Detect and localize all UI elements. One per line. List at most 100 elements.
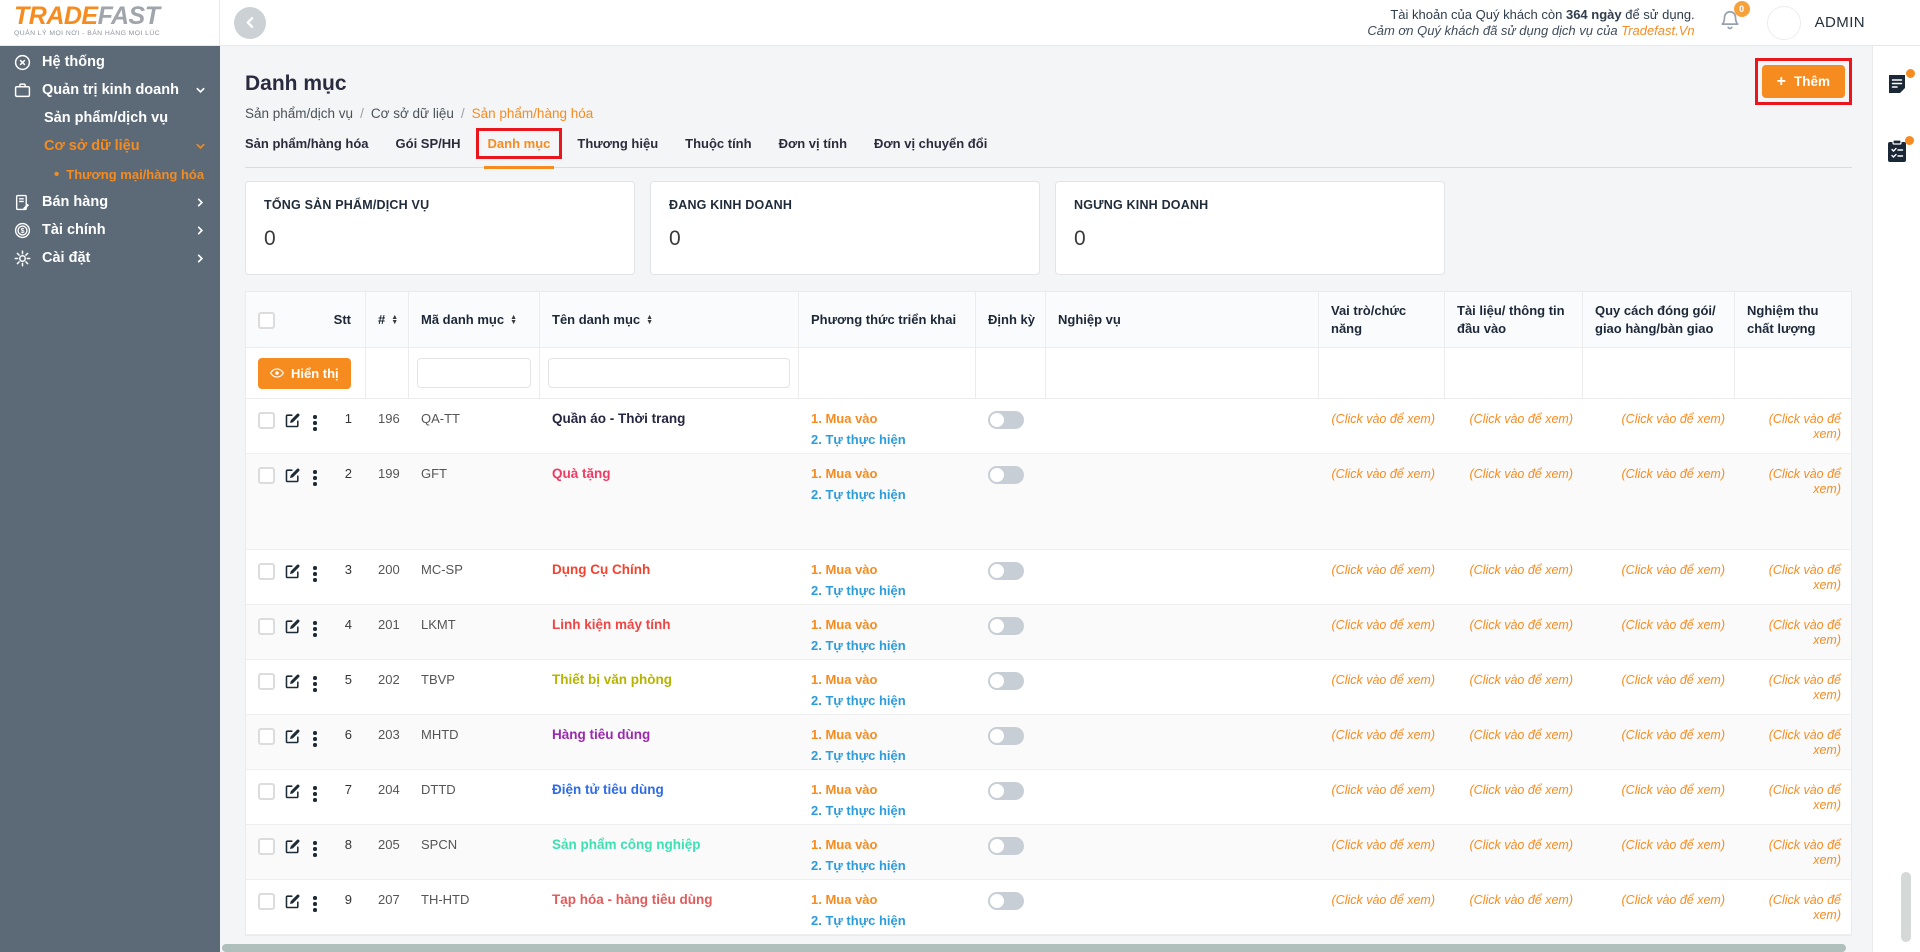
click-to-view[interactable]: (Click vào để xem)	[1332, 893, 1436, 907]
header-id[interactable]: #▲▼	[366, 292, 409, 347]
click-to-view[interactable]: (Click vào để xem)	[1332, 838, 1436, 852]
more-options-icon[interactable]	[310, 413, 320, 433]
row-checkbox[interactable]	[258, 563, 275, 580]
tab-danh-muc[interactable]: Danh mục	[488, 136, 551, 167]
click-to-view[interactable]: (Click vào để xem)	[1470, 783, 1574, 797]
category-name[interactable]: Thiết bị văn phòng	[552, 672, 672, 687]
click-to-view[interactable]: (Click vào để xem)	[1332, 783, 1436, 797]
header-ten-danh-muc[interactable]: Tên danh mục▲▼	[540, 292, 799, 347]
click-to-view[interactable]: (Click vào để xem)	[1769, 412, 1841, 441]
checklist-panel-button[interactable]	[1886, 139, 1908, 168]
category-name[interactable]: Hàng tiêu dùng	[552, 727, 650, 742]
click-to-view[interactable]: (Click vào để xem)	[1769, 728, 1841, 757]
sidebar-item-san-pham-dich-vu[interactable]: Sản phẩm/dịch vụ	[0, 104, 220, 132]
category-name[interactable]: Linh kiện máy tính	[552, 617, 671, 632]
edit-icon[interactable]	[284, 838, 301, 855]
click-to-view[interactable]: (Click vào để xem)	[1470, 563, 1574, 577]
breadcrumb-item[interactable]: Sản phẩm/dịch vụ	[245, 106, 353, 121]
tab-don-vi-chuyen-doi[interactable]: Đơn vị chuyển đổi	[874, 136, 987, 167]
click-to-view[interactable]: (Click vào để xem)	[1470, 673, 1574, 687]
category-name[interactable]: Quần áo - Thời trang	[552, 411, 685, 426]
breadcrumb-item[interactable]: Cơ sở dữ liệu	[371, 106, 454, 121]
row-checkbox[interactable]	[258, 893, 275, 910]
sidebar-item-quan-tri-kinh-doanh[interactable]: Quản trị kinh doanh	[0, 76, 220, 104]
click-to-view[interactable]: (Click vào để xem)	[1769, 673, 1841, 702]
row-checkbox[interactable]	[258, 673, 275, 690]
click-to-view[interactable]: (Click vào để xem)	[1769, 467, 1841, 496]
horizontal-scrollbar[interactable]	[222, 944, 1846, 952]
row-checkbox[interactable]	[258, 467, 275, 484]
click-to-view[interactable]: (Click vào để xem)	[1622, 783, 1726, 797]
click-to-view[interactable]: (Click vào để xem)	[1769, 618, 1841, 647]
click-to-view[interactable]: (Click vào để xem)	[1470, 467, 1574, 481]
click-to-view[interactable]: (Click vào để xem)	[1332, 673, 1436, 687]
category-name[interactable]: Điện tử tiêu dùng	[552, 782, 664, 797]
category-name[interactable]: Dụng Cụ Chính	[552, 562, 650, 577]
click-to-view[interactable]: (Click vào để xem)	[1470, 412, 1574, 426]
sidebar-item-cai-dat[interactable]: Cài đặt	[0, 244, 220, 272]
click-to-view[interactable]: (Click vào để xem)	[1470, 838, 1574, 852]
edit-icon[interactable]	[284, 563, 301, 580]
click-to-view[interactable]: (Click vào để xem)	[1622, 893, 1726, 907]
more-options-icon[interactable]	[310, 839, 320, 859]
periodic-toggle[interactable]	[988, 562, 1024, 580]
filter-ma-danh-muc-input[interactable]	[417, 358, 531, 388]
row-checkbox[interactable]	[258, 728, 275, 745]
sidebar-item-ban-hang[interactable]: Bán hàng	[0, 188, 220, 216]
tradefast-link[interactable]: Tradefast.Vn	[1621, 23, 1694, 38]
click-to-view[interactable]: (Click vào để xem)	[1470, 893, 1574, 907]
periodic-toggle[interactable]	[988, 727, 1024, 745]
header-ma-danh-muc[interactable]: Mã danh mục▲▼	[409, 292, 540, 347]
add-button[interactable]: +Thêm	[1762, 65, 1845, 98]
row-checkbox[interactable]	[258, 838, 275, 855]
click-to-view[interactable]: (Click vào để xem)	[1332, 412, 1436, 426]
click-to-view[interactable]: (Click vào để xem)	[1769, 783, 1841, 812]
click-to-view[interactable]: (Click vào để xem)	[1332, 563, 1436, 577]
vertical-scrollbar[interactable]	[1901, 872, 1911, 942]
sidebar-item-co-so-du-lieu[interactable]: Cơ sở dữ liệu	[0, 132, 220, 160]
edit-icon[interactable]	[284, 412, 301, 429]
sidebar-item-thuong-mai-hang-hoa[interactable]: • Thương mại/hàng hóa	[0, 160, 220, 188]
notes-panel-button[interactable]	[1885, 72, 1909, 101]
tab-don-vi-tinh[interactable]: Đơn vị tính	[779, 136, 847, 167]
click-to-view[interactable]: (Click vào để xem)	[1470, 728, 1574, 742]
more-options-icon[interactable]	[310, 674, 320, 694]
edit-icon[interactable]	[284, 893, 301, 910]
select-all-checkbox[interactable]	[258, 312, 275, 329]
periodic-toggle[interactable]	[988, 411, 1024, 429]
back-button[interactable]	[234, 7, 266, 39]
click-to-view[interactable]: (Click vào để xem)	[1470, 618, 1574, 632]
click-to-view[interactable]: (Click vào để xem)	[1622, 673, 1726, 687]
tab-thuoc-tinh[interactable]: Thuộc tính	[685, 136, 751, 167]
more-options-icon[interactable]	[310, 729, 320, 749]
click-to-view[interactable]: (Click vào để xem)	[1332, 467, 1436, 481]
more-options-icon[interactable]	[310, 619, 320, 639]
row-checkbox[interactable]	[258, 783, 275, 800]
tab-san-pham-hang-hoa[interactable]: Sản phẩm/hàng hóa	[245, 136, 369, 167]
notification-bell[interactable]: 0	[1719, 9, 1741, 36]
more-options-icon[interactable]	[310, 894, 320, 914]
periodic-toggle[interactable]	[988, 617, 1024, 635]
click-to-view[interactable]: (Click vào để xem)	[1622, 467, 1726, 481]
click-to-view[interactable]: (Click vào để xem)	[1622, 618, 1726, 632]
edit-icon[interactable]	[284, 467, 301, 484]
row-checkbox[interactable]	[258, 618, 275, 635]
row-checkbox[interactable]	[258, 412, 275, 429]
periodic-toggle[interactable]	[988, 466, 1024, 484]
periodic-toggle[interactable]	[988, 892, 1024, 910]
periodic-toggle[interactable]	[988, 782, 1024, 800]
periodic-toggle[interactable]	[988, 837, 1024, 855]
click-to-view[interactable]: (Click vào để xem)	[1769, 563, 1841, 592]
periodic-toggle[interactable]	[988, 672, 1024, 690]
sidebar-item-tai-chinh[interactable]: $ Tài chính	[0, 216, 220, 244]
more-options-icon[interactable]	[310, 468, 320, 488]
category-name[interactable]: Tạp hóa - hàng tiêu dùng	[552, 892, 712, 907]
tab-thuong-hieu[interactable]: Thương hiệu	[577, 136, 658, 167]
edit-icon[interactable]	[284, 618, 301, 635]
edit-icon[interactable]	[284, 673, 301, 690]
edit-icon[interactable]	[284, 728, 301, 745]
click-to-view[interactable]: (Click vào để xem)	[1332, 728, 1436, 742]
click-to-view[interactable]: (Click vào để xem)	[1622, 728, 1726, 742]
click-to-view[interactable]: (Click vào để xem)	[1332, 618, 1436, 632]
logo[interactable]: TRADEFAST QUẢN LÝ MỌI NƠI - BÁN HÀNG MỌI…	[0, 0, 220, 46]
